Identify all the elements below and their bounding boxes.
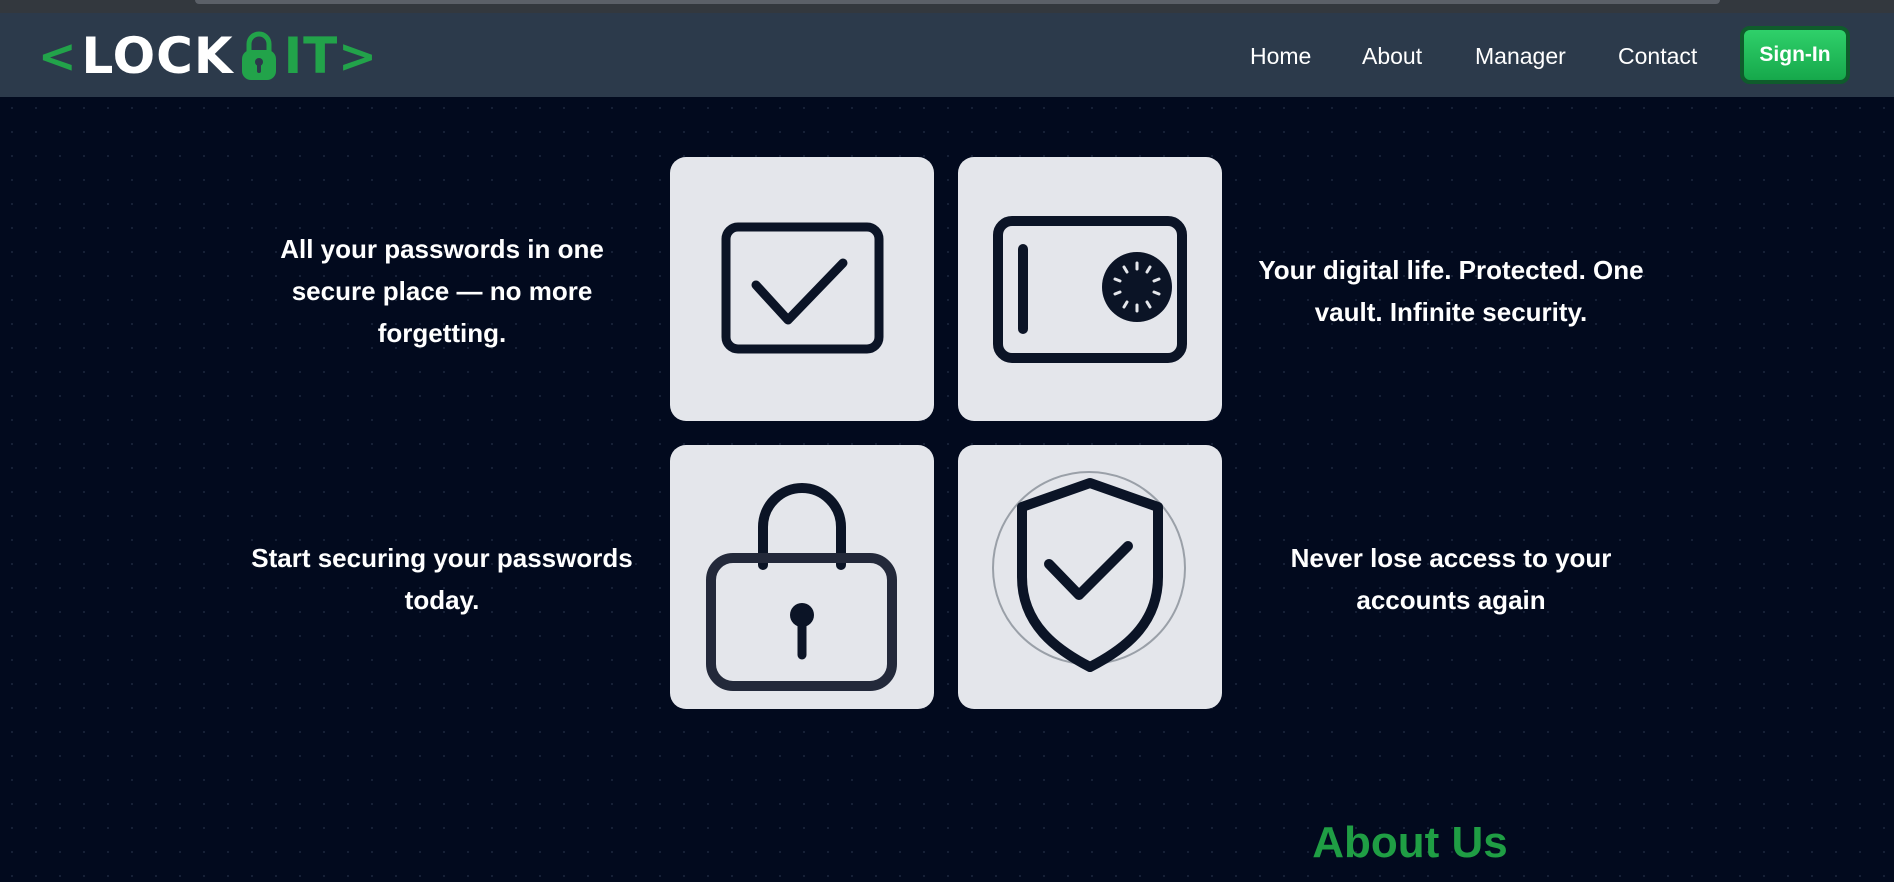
safe-vault-icon: [993, 216, 1187, 363]
browser-top-strip: [0, 0, 1894, 13]
caption-bottom-right: Never lose access to your accounts again: [1290, 543, 1612, 615]
logo-bracket-open: <: [38, 29, 78, 83]
feature-tile-shield: [958, 445, 1222, 709]
shield-check-icon: [992, 471, 1186, 672]
browser-tab-bar: [195, 0, 1720, 4]
logo-bracket-close: >: [338, 29, 378, 83]
caption-top-left: All your passwords in one secure place —…: [280, 234, 604, 348]
caption-bottom-left: Start securing your passwords today.: [251, 543, 633, 615]
about-us-heading: About Us: [1312, 818, 1508, 867]
logo-word-it: IT: [283, 27, 339, 85]
nav-link-home[interactable]: Home: [1250, 43, 1311, 70]
caption-top-right: Your digital life. Protected. One vault.…: [1258, 255, 1644, 327]
checkbox-icon: [721, 222, 884, 354]
feature-tile-padlock: [670, 445, 934, 709]
logo-word-lock: LOCK: [81, 27, 234, 85]
signin-button[interactable]: Sign-In: [1740, 26, 1850, 84]
nav-link-about[interactable]: About: [1362, 43, 1422, 70]
padlock-icon: [706, 483, 897, 691]
nav-link-manager[interactable]: Manager: [1475, 43, 1566, 70]
navbar: < LOCK IT > Home About Manager Contact S…: [0, 13, 1894, 97]
nav-link-contact[interactable]: Contact: [1618, 43, 1697, 70]
feature-tile-vault: [958, 157, 1222, 421]
logo-padlock-icon: [240, 30, 278, 82]
feature-tile-checkbox: [670, 157, 934, 421]
brand-logo[interactable]: < LOCK IT >: [38, 27, 378, 85]
